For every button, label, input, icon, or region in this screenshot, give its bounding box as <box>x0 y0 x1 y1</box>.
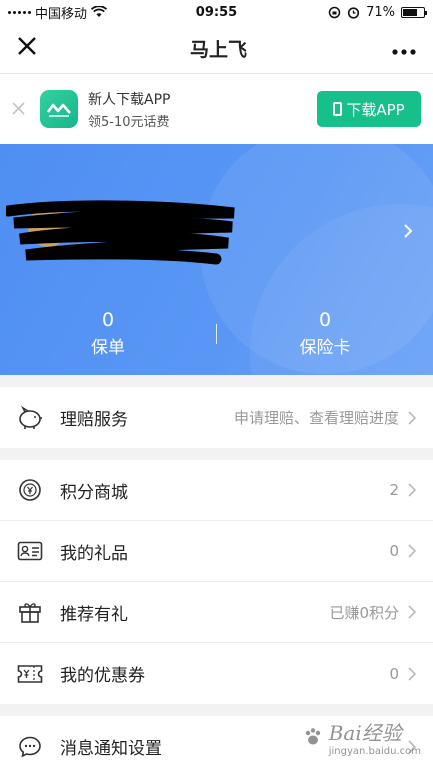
menu-value: 2 <box>389 481 399 499</box>
id-card-icon <box>16 537 44 565</box>
paw-logo-icon <box>305 728 320 745</box>
menu-label: 积分商城 <box>60 482 128 503</box>
chevron-right-icon <box>408 544 417 558</box>
menu-label: 推荐有礼 <box>60 604 128 625</box>
stat-policies[interactable]: 0 保单 <box>0 309 216 358</box>
signal-icon <box>8 10 31 14</box>
menu-label: 我的礼品 <box>60 543 128 564</box>
chevron-right-icon <box>408 410 417 425</box>
chevron-right-icon <box>408 605 417 619</box>
menu-row-coupons[interactable]: 我的优惠券 0 <box>0 643 433 704</box>
stat-label: 保单 <box>91 338 125 358</box>
rotation-lock-icon <box>328 6 341 18</box>
profile-chevron-icon[interactable] <box>401 224 415 238</box>
wifi-icon <box>91 6 108 17</box>
menu-value: 0 <box>389 542 399 560</box>
menu-label: 我的优惠券 <box>60 666 145 686</box>
coin-icon <box>16 476 44 504</box>
menu-value: 申请理赔、查看理赔进度 <box>233 409 399 427</box>
baidu-jingyan-watermark: Bai经验 jingyan.baidu.com <box>303 717 421 757</box>
menu-group-claims: 理赔服务 申请理赔、查看理赔进度 <box>0 387 433 448</box>
menu-row-claims[interactable]: 理赔服务 申请理赔、查看理赔进度 <box>0 387 433 448</box>
menu-group-rewards: 积分商城 2 我的礼品 0 推荐有礼 已赚0积分 我的优惠券 0 <box>0 460 433 704</box>
download-app-button[interactable]: 下载APP <box>317 91 421 127</box>
battery-icon <box>401 6 427 18</box>
stats-bar: 0 保单 0 保险卡 <box>0 309 433 358</box>
banner-close-icon[interactable] <box>12 99 36 120</box>
redacted-user-info <box>6 200 235 265</box>
nav-bar: 马上飞 <box>0 24 433 74</box>
more-options-icon[interactable] <box>391 37 417 61</box>
stat-value: 0 <box>101 309 115 331</box>
banner-title: 新人下载APP <box>88 91 171 108</box>
stat-insurance-cards[interactable]: 0 保险卡 <box>217 309 433 358</box>
profile-header[interactable]: 0 保单 0 保险卡 <box>0 144 433 375</box>
menu-row-points-mall[interactable]: 积分商城 2 <box>0 460 433 521</box>
banner-subtitle: 领5-10元话费 <box>88 114 170 130</box>
stat-value: 0 <box>318 309 332 331</box>
watermark-url: jingyan.baidu.com <box>328 746 421 757</box>
page-title: 马上飞 <box>189 39 247 61</box>
phone-icon <box>333 102 343 116</box>
screen: 中国移动 09:55 71% 马上飞 新人下载APP 领5-10元话费 下载AP… <box>0 0 433 771</box>
app-logo-icon <box>40 90 78 128</box>
menu-row-my-gifts[interactable]: 我的礼品 0 <box>0 521 433 582</box>
menu-label: 理赔服务 <box>60 410 128 430</box>
close-icon[interactable] <box>16 35 46 62</box>
download-button-label: 下载APP <box>346 100 405 119</box>
menu-row-referral[interactable]: 推荐有礼 已赚0积分 <box>0 582 433 643</box>
clock: 09:55 <box>195 4 238 20</box>
menu-value: 已赚0积分 <box>329 603 399 622</box>
watermark-text: Bai经验 <box>328 721 402 745</box>
piggy-bank-icon <box>16 404 44 432</box>
stat-label: 保险卡 <box>299 338 351 358</box>
carrier-label: 中国移动 <box>35 6 88 22</box>
battery-percent: 71% <box>366 4 395 20</box>
chevron-right-icon <box>408 483 417 497</box>
status-bar: 中国移动 09:55 71% <box>0 0 433 24</box>
chat-bubble-icon <box>16 733 44 761</box>
gift-icon <box>16 598 44 626</box>
menu-value: 0 <box>389 664 399 683</box>
coupon-icon <box>16 660 44 688</box>
alarm-icon <box>347 6 360 19</box>
chevron-right-icon <box>408 666 417 681</box>
download-banner: 新人下载APP 领5-10元话费 下载APP <box>0 74 433 144</box>
